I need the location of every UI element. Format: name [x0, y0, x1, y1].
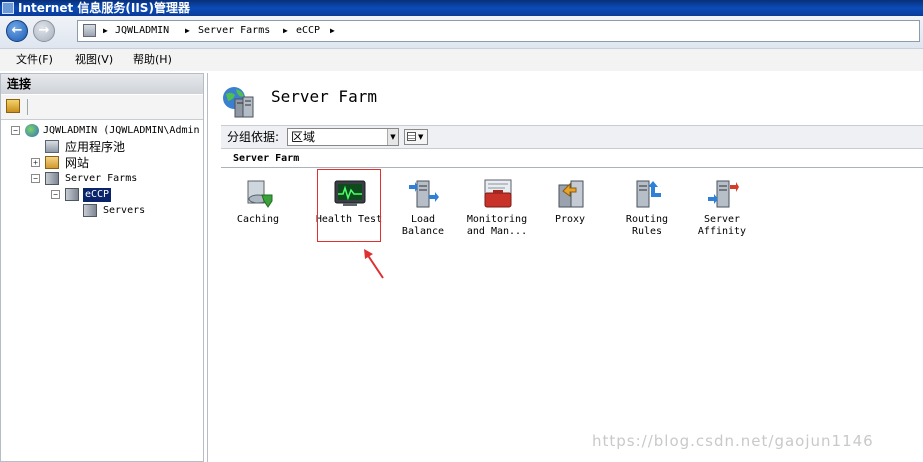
feature-proxy[interactable]: Proxy — [532, 177, 608, 245]
routing-rules-icon — [636, 180, 661, 208]
content-pane: Server Farm 分组依据: 区域 ▼ ▼ Server Farm Cac… — [207, 73, 923, 462]
menu-view[interactable]: 视图(V) — [75, 49, 113, 71]
breadcrumb-server[interactable]: JQWLADMIN — [115, 21, 169, 41]
back-button[interactable]: ← — [6, 20, 28, 42]
menu-help[interactable]: 帮助(H) — [133, 49, 172, 71]
caching-icon — [247, 180, 273, 208]
expand-icon[interactable]: + — [31, 158, 40, 167]
breadcrumb-separator-icon: ▶ — [103, 26, 108, 35]
breadcrumb-separator-icon[interactable]: ▶ — [185, 21, 190, 41]
collapse-icon[interactable]: − — [31, 174, 40, 183]
menu-file[interactable]: 文件(F) — [16, 49, 53, 71]
collapse-icon[interactable]: − — [11, 126, 20, 135]
app-pool-icon — [45, 140, 59, 153]
feature-load-balance[interactable]: Load Balance — [385, 177, 461, 245]
watermark-text: https://blog.csdn.net/gaojun1146 — [592, 432, 874, 450]
server-globe-icon — [25, 124, 39, 137]
tile-view-icon — [407, 132, 416, 141]
group-by-select[interactable]: 区域 ▼ — [287, 128, 399, 146]
connections-tree: − JQWLADMIN (JQWLADMIN\Admin 应用程序池 + 网站 … — [1, 120, 203, 450]
group-by-label: 分组依据: — [227, 130, 280, 144]
breadcrumb-farm[interactable]: eCCP — [296, 21, 320, 41]
connections-header: 连接 — [1, 74, 203, 94]
feature-routing-rules[interactable]: Routing Rules — [609, 177, 685, 245]
title-bar: Internet 信息服务(IIS)管理器 — [0, 0, 923, 16]
tree-node-app-pools[interactable]: 应用程序池 — [9, 140, 189, 154]
group-by-bar: 分组依据: 区域 ▼ ▼ — [221, 125, 923, 149]
window-title: Internet 信息服务(IIS)管理器 — [18, 1, 190, 15]
iis-app-icon — [2, 2, 14, 14]
menu-bar: 文件(F) 视图(V) 帮助(H) — [0, 49, 923, 71]
feature-monitoring[interactable]: Monitoring and Man... — [459, 177, 535, 245]
tree-node-sites[interactable]: + 网站 — [9, 156, 189, 170]
page-title: Server Farm — [271, 87, 377, 106]
arrow-left-icon: ← — [11, 23, 23, 38]
red-arrow-icon — [364, 249, 384, 279]
feature-server-affinity[interactable]: Server Affinity — [684, 177, 760, 245]
connections-pane: 连接 − JQWLADMIN (JQWLADMIN\Admin 应用程序池 + … — [0, 73, 204, 462]
server-farm-icon — [65, 188, 79, 201]
server-affinity-icon — [708, 180, 739, 208]
highlight-box — [317, 169, 381, 242]
server-farms-icon — [45, 172, 59, 185]
servers-icon — [83, 204, 97, 217]
tree-node-server[interactable]: − JQWLADMIN (JQWLADMIN\Admin — [9, 124, 203, 138]
breadcrumb-server-farms[interactable]: Server Farms — [198, 21, 270, 41]
server-farm-globe-icon — [223, 87, 254, 118]
section-header: Server Farm — [221, 150, 923, 168]
connect-icon[interactable] — [6, 99, 20, 113]
toolbar-divider — [27, 99, 28, 115]
tree-node-server-farms[interactable]: − Server Farms — [9, 172, 189, 186]
proxy-icon — [558, 180, 584, 208]
server-icon — [83, 24, 96, 37]
connections-toolbar — [1, 95, 203, 120]
sites-folder-icon — [45, 156, 59, 169]
tree-node-farm-eccp[interactable]: − eCCP — [9, 188, 189, 202]
dropdown-arrow-icon[interactable]: ▼ — [387, 129, 398, 145]
view-mode-button[interactable]: ▼ — [404, 129, 428, 145]
breadcrumb-separator-icon[interactable]: ▶ — [330, 21, 335, 41]
collapse-icon[interactable]: − — [51, 190, 60, 199]
forward-button[interactable]: → — [33, 20, 55, 42]
address-bar[interactable]: ▶ JQWLADMIN ▶ Server Farms ▶ eCCP ▶ — [77, 20, 920, 42]
tree-node-servers[interactable]: Servers — [9, 204, 189, 218]
monitoring-icon — [484, 179, 512, 208]
feature-caching[interactable]: Caching — [220, 177, 296, 245]
arrow-right-icon: → — [38, 23, 50, 38]
load-balance-icon — [409, 180, 439, 208]
navigation-bar: ← → ▶ JQWLADMIN ▶ Server Farms ▶ eCCP ▶ — [0, 16, 923, 49]
breadcrumb-separator-icon[interactable]: ▶ — [283, 21, 288, 41]
